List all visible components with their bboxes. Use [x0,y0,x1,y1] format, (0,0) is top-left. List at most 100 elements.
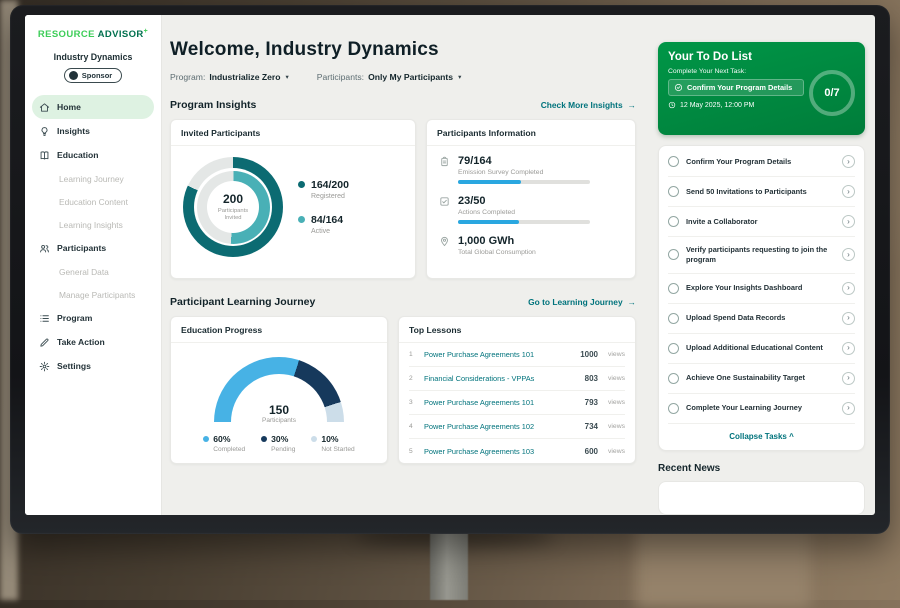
task-label: Complete Your Learning Journey [686,403,835,413]
lesson-link[interactable]: Power Purchase Agreements 101 [424,350,573,359]
invited-donut-chart: 200 Participants Invited [183,157,283,257]
stat-value: 79/164 [458,155,590,167]
legend-label: Completed [213,446,245,453]
donut-legend-item: 84/164Active [298,214,349,235]
lesson-row: 2Financial Considerations - VPPAs803view… [409,367,625,391]
chevron-right-icon[interactable]: › [842,312,855,325]
task-checkbox[interactable] [668,249,679,260]
lesson-link[interactable]: Power Purchase Agreements 102 [424,422,578,431]
todo-title: Your To Do List [668,51,855,63]
participants-filter[interactable]: Participants: Only My Participants ▾ [317,72,462,82]
task-checkbox[interactable] [668,373,679,384]
task-checkbox[interactable] [668,343,679,354]
donut-legend: 164/200Registered84/164Active [298,179,349,235]
lesson-link[interactable]: Power Purchase Agreements 103 [424,447,578,456]
chevron-right-icon[interactable]: › [842,282,855,295]
education-card-body: 150 Participants 60% Completed 30%Pending 1… [171,343,387,461]
stat-progress-bar [458,220,590,224]
legend-dot-icon [311,436,317,442]
sidebar-item-education[interactable]: Education [32,143,154,167]
task-row-invite-a-collaborator[interactable]: Invite a Collaborator › [668,207,855,237]
card-title: Education Progress [171,317,387,343]
task-checkbox[interactable] [668,313,679,324]
nav-item-label: Program [57,313,92,323]
legend-value: 84/164 [311,214,343,226]
nav-item-label: Education [57,150,99,160]
task-row-upload-additional-educational-content[interactable]: Upload Additional Educational Content › [668,334,855,364]
collapse-tasks-button[interactable]: Collapse Tasks ^ [668,424,855,448]
gauge-legend-top: 10% [311,434,354,444]
top-lessons-card: Top Lessons 1Power Purchase Agreements 1… [398,316,636,464]
legend-value: 60% [213,434,230,444]
check-more-insights-link[interactable]: Check More Insights → [541,100,636,110]
task-row-achieve-one-sustainability-target[interactable]: Achieve One Sustainability Target› [668,364,855,394]
task-label: Upload Additional Educational Content [686,343,835,353]
go-to-learning-journey-link[interactable]: Go to Learning Journey → [528,297,636,307]
chevron-right-icon[interactable]: › [842,248,855,261]
gauge-center: 150 Participants [214,403,344,424]
todo-next-task-label: Confirm Your Program Details [687,83,792,92]
stat-text: 23/50Actions Completed [458,195,590,224]
chevron-right-icon[interactable]: › [842,185,855,198]
task-row-explore-your-insights-dashboard[interactable]: Explore Your Insights Dashboard› [668,274,855,304]
legend-dot-icon [298,216,305,223]
education-icon [39,150,50,161]
task-checkbox[interactable] [668,403,679,414]
chevron-right-icon[interactable]: › [842,342,855,355]
lesson-link[interactable]: Power Purchase Agreements 101 [424,398,578,407]
task-label: Upload Spend Data Records [686,313,835,323]
sidebar-item-insights[interactable]: Insights [32,119,154,143]
gauge-legend-item: 30%Pending [261,434,295,453]
program-filter[interactable]: Program: Industrialize Zero ▾ [170,72,289,82]
person-icon [69,71,78,80]
stat-value: 1,000 GWh [458,235,536,247]
task-row-upload-spend-data-records[interactable]: Upload Spend Data Records › [668,304,855,334]
sidebar-item-learning-journey[interactable]: Learning Journey [32,167,154,190]
sidebar-item-participants[interactable]: Participants [32,236,154,260]
sidebar-item-take-action[interactable]: Take Action [32,330,154,354]
lesson-rank: 4 [409,423,417,430]
donut-center: 200 Participants Invited [207,181,259,233]
sponsor-badge[interactable]: Sponsor [64,68,122,83]
chevron-right-icon[interactable]: › [842,215,855,228]
sidebar-item-learning-insights[interactable]: Learning Insights [32,213,154,236]
task-row-complete-your-learning-journey[interactable]: Complete Your Learning Journey › [668,394,855,424]
sidebar-item-education-content[interactable]: Education Content [32,190,154,213]
lesson-views-value: 734 [585,422,598,431]
lesson-rank: 3 [409,399,417,406]
monitor-bezel: RESOURCE ADVISOR+ Industry Dynamics Spon… [10,5,890,534]
todo-next-task[interactable]: Confirm Your Program Details [668,79,804,96]
sidebar-item-program[interactable]: Program [32,306,154,330]
gauge-legend-item: 60% Completed [203,434,245,453]
chevron-right-icon[interactable]: › [842,402,855,415]
stat-progress-bar [458,180,590,184]
education-progress-card: Education Progress 150 Participants 60% C… [170,316,388,464]
sidebar-item-general-data[interactable]: General Data [32,260,154,283]
lesson-link[interactable]: Financial Considerations - VPPAs [424,374,578,383]
lessons-card-body: 1Power Purchase Agreements 1011000views2… [399,343,635,463]
sidebar-item-manage-participants[interactable]: Manage Participants [32,283,154,306]
participants-filter-label: Participants: [317,72,364,82]
task-row-verify-participants-requesting-to-join-the-program[interactable]: Verify participants requesting to join t… [668,237,855,274]
task-checkbox[interactable] [668,283,679,294]
chevron-right-icon[interactable]: › [842,372,855,385]
stat-total-global-consumption: 1,000 GWhTotal Global Consumption [439,235,623,260]
task-row-confirm-your-program-details[interactable]: Confirm Your Program Details› [668,147,855,177]
sidebar: RESOURCE ADVISOR+ Industry Dynamics Spon… [25,15,162,515]
main-content: Welcome, Industry Dynamics Program: Indu… [162,15,650,515]
task-checkbox[interactable] [668,156,679,167]
logo-resource: RESOURCE [38,29,95,40]
task-checkbox[interactable] [668,216,679,227]
task-checkbox[interactable] [668,186,679,197]
sidebar-item-home[interactable]: Home [32,95,154,119]
learning-journey-cards: Education Progress 150 Participants 60% C… [170,316,636,464]
legend-label: Not Started [321,446,354,453]
dashboard-screen: RESOURCE ADVISOR+ Industry Dynamics Spon… [25,15,875,515]
donut-center-value: 200 [223,192,243,206]
chevron-right-icon[interactable]: › [842,155,855,168]
task-row-send-50-invitations-to-participants[interactable]: Send 50 Invitations to Participants› [668,177,855,207]
collapse-tasks-label: Collapse Tasks [729,432,787,441]
card-title: Participants Information [427,120,635,146]
sidebar-item-settings[interactable]: Settings [32,354,154,378]
task-label: Invite a Collaborator [686,217,835,227]
